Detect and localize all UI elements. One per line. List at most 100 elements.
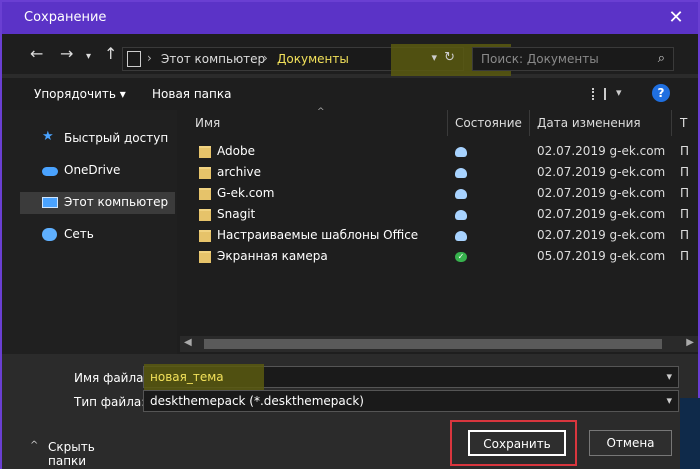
file-name: G-ek.com <box>217 186 275 200</box>
desktop-background-corner <box>680 398 700 469</box>
column-divider[interactable] <box>529 110 530 136</box>
file-type: П <box>680 228 690 242</box>
cloud-status-icon <box>455 168 467 178</box>
horizontal-scrollbar[interactable]: ◀ ▶ <box>180 336 698 352</box>
file-date: 02.07.2019 g-ek.com <box>537 144 665 158</box>
search-box[interactable]: Поиск: Документы ⌕ <box>472 47 674 71</box>
file-name: Adobe <box>217 144 255 158</box>
file-date: 05.07.2019 g-ek.com <box>537 249 665 263</box>
folder-icon <box>199 230 211 242</box>
new-folder-button[interactable]: Новая папка <box>152 87 231 101</box>
column-divider[interactable] <box>447 110 448 136</box>
folder-icon <box>199 188 211 200</box>
star-icon: ★ <box>42 129 54 144</box>
table-row[interactable]: Настраиваемые шаблоны Office 02.07.2019 … <box>177 226 698 247</box>
chevron-down-icon[interactable]: ▾ <box>666 370 672 383</box>
search-placeholder: Поиск: Документы <box>481 52 599 66</box>
cloud-status-icon <box>455 210 467 220</box>
forward-arrow-icon[interactable]: → <box>60 46 73 62</box>
filename-value: новая_тема <box>150 370 224 384</box>
file-type: П <box>680 186 690 200</box>
chevron-right-icon: › <box>147 51 152 65</box>
nav-item-label: Этот компьютер <box>64 195 169 209</box>
recent-locations-chevron-icon[interactable]: ▾ <box>86 49 91 65</box>
cloud-status-icon <box>455 231 467 241</box>
file-name: Настраиваемые шаблоны Office <box>217 228 419 242</box>
view-options-icon[interactable] <box>592 88 606 100</box>
table-row[interactable]: G-ek.com 02.07.2019 g-ek.com П <box>177 184 698 205</box>
nav-item-label: Быстрый доступ <box>64 131 169 145</box>
table-row[interactable]: archive 02.07.2019 g-ek.com П <box>177 163 698 184</box>
address-bar[interactable]: › Этот компьютер › Документы ▾ ↻ <box>122 44 511 76</box>
navigation-pane: ★ Быстрый доступ OneDrive Этот компьютер… <box>2 110 177 354</box>
file-name: Snagit <box>217 207 256 221</box>
scroll-right-icon[interactable]: ▶ <box>686 337 694 348</box>
file-date: 02.07.2019 g-ek.com <box>537 165 665 179</box>
computer-icon <box>127 51 141 67</box>
column-header-date[interactable]: Дата изменения <box>537 116 641 130</box>
column-header-row: ^ Имя Состояние Дата изменения Т <box>177 107 698 136</box>
back-arrow-icon[interactable]: ← <box>30 46 43 62</box>
cloud-icon <box>42 167 58 176</box>
close-icon[interactable]: ✕ <box>664 6 688 30</box>
cloud-status-icon <box>455 147 467 157</box>
folder-icon <box>199 146 211 158</box>
file-name: archive <box>217 165 262 179</box>
organize-button[interactable]: Упорядочить ▾ <box>34 87 126 101</box>
nav-item-network[interactable]: Сеть <box>20 224 175 246</box>
folder-icon <box>199 209 211 221</box>
filetype-value: deskthemepack (*.deskthemepack) <box>150 394 364 408</box>
refresh-icon[interactable]: ↻ <box>444 50 455 65</box>
search-icon[interactable]: ⌕ <box>658 51 665 66</box>
nav-item-onedrive[interactable]: OneDrive <box>20 160 175 182</box>
hide-folders-label: Скрыть папки <box>48 440 95 468</box>
title-bar: Сохранение ✕ <box>2 2 698 34</box>
filename-label: Имя файла: <box>74 371 148 385</box>
save-button[interactable]: Сохранить <box>468 430 566 456</box>
file-type: П <box>680 207 690 221</box>
column-header-name[interactable]: Имя <box>195 116 220 130</box>
table-row[interactable]: Snagit 02.07.2019 g-ek.com П <box>177 205 698 226</box>
file-type: П <box>680 249 690 263</box>
file-type: П <box>680 144 690 158</box>
chevron-down-icon[interactable]: ▾ <box>666 394 672 407</box>
table-row[interactable]: Adobe 02.07.2019 g-ek.com П <box>177 142 698 163</box>
check-status-icon: ✓ <box>455 252 467 262</box>
column-header-type[interactable]: Т <box>680 116 687 130</box>
organize-label: Упорядочить <box>34 87 116 101</box>
filetype-select[interactable]: deskthemepack (*.deskthemepack) ▾ <box>143 390 679 412</box>
scroll-left-icon[interactable]: ◀ <box>184 337 192 348</box>
breadcrumb-documents[interactable]: Документы <box>277 52 349 66</box>
cloud-status-icon <box>455 189 467 199</box>
chevron-down-icon[interactable]: ▾ <box>431 51 437 64</box>
folder-icon <box>199 251 211 263</box>
chevron-right-icon: › <box>263 51 268 65</box>
breadcrumb-this-pc[interactable]: Этот компьютер <box>161 52 265 66</box>
computer-icon <box>42 197 58 208</box>
filename-input[interactable]: новая_тема ▾ <box>143 364 679 390</box>
nav-item-label: Сеть <box>64 227 94 241</box>
nav-item-quick-access[interactable]: ★ Быстрый доступ <box>20 128 175 150</box>
file-list: ^ Имя Состояние Дата изменения Т Adobe 0… <box>177 107 698 354</box>
file-date: 02.07.2019 g-ek.com <box>537 228 665 242</box>
column-header-status[interactable]: Состояние <box>455 116 522 130</box>
file-name: Экранная камера <box>217 249 328 263</box>
cancel-button[interactable]: Отмена <box>589 430 672 456</box>
up-arrow-icon[interactable]: ↑ <box>104 46 117 62</box>
file-date: 02.07.2019 g-ek.com <box>537 186 665 200</box>
nav-item-label: OneDrive <box>64 163 121 177</box>
help-icon[interactable]: ? <box>652 84 670 102</box>
file-date: 02.07.2019 g-ek.com <box>537 207 665 221</box>
sort-caret-icon: ^ <box>317 107 325 117</box>
chevron-up-icon: ^ <box>30 440 39 451</box>
folder-icon <box>199 167 211 179</box>
column-divider[interactable] <box>671 110 672 136</box>
file-type: П <box>680 165 690 179</box>
network-icon <box>42 228 57 241</box>
scrollbar-thumb[interactable] <box>204 339 662 349</box>
filetype-label: Тип файла: <box>74 395 146 409</box>
table-row[interactable]: Экранная камера ✓ 05.07.2019 g-ek.com П <box>177 247 698 268</box>
window-title: Сохранение <box>24 10 107 25</box>
chevron-down-icon[interactable]: ▾ <box>616 86 622 99</box>
nav-item-this-pc[interactable]: Этот компьютер <box>20 192 175 214</box>
